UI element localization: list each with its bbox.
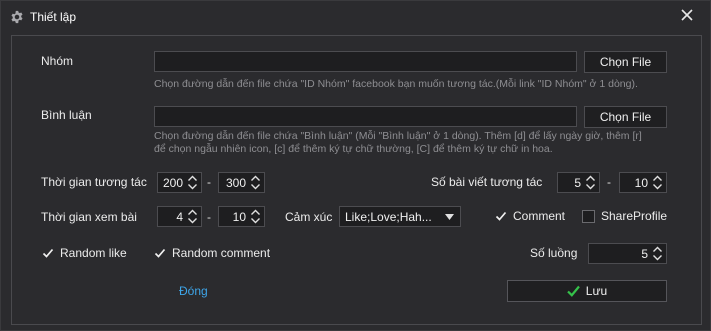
comment-choose-file-button[interactable]: Chọn File [584, 106, 667, 128]
checkmark-icon [42, 248, 54, 258]
close-link[interactable]: Đóng [179, 284, 208, 298]
view-time-from-spinner[interactable]: 4 [157, 206, 202, 227]
comment-checkbox[interactable]: Comment [495, 208, 565, 224]
post-count-to-spinner[interactable]: 10 [619, 172, 667, 193]
post-count-to-value: 10 [634, 176, 648, 190]
view-time-to-value: 10 [232, 210, 246, 224]
post-count-from-spinner[interactable]: 5 [557, 172, 600, 193]
comment-hint-line2: để chọn ngẫu nhiên icon, [c] để thêm ký … [154, 143, 553, 155]
share-profile-checkbox[interactable]: ShareProfile [582, 208, 667, 224]
check-icon [567, 285, 580, 297]
spinner-arrows-icon[interactable] [652, 246, 663, 261]
threads-value: 5 [641, 247, 648, 261]
share-profile-checkbox-label: ShareProfile [601, 209, 668, 223]
group-choose-file-button[interactable]: Chọn File [584, 51, 667, 73]
spinner-arrows-icon[interactable] [652, 175, 663, 190]
save-button[interactable]: Lưu [507, 280, 667, 302]
group-label: Nhóm [41, 54, 74, 68]
threads-spinner[interactable]: 5 [588, 243, 667, 264]
post-count-label: Số bài viết tương tác [431, 175, 543, 189]
random-comment-checkbox[interactable]: Random comment [154, 245, 270, 261]
checkmark-icon [154, 248, 166, 258]
save-button-label: Lưu [585, 284, 608, 298]
threads-label: Số luồng [530, 246, 578, 260]
spinner-arrows-icon[interactable] [585, 175, 596, 190]
emotion-selected-value: Like;Love;Hah... [345, 210, 432, 224]
view-time-to-spinner[interactable]: 10 [218, 206, 265, 227]
comment-file-label: Bình luận [41, 108, 92, 122]
post-count-separator: - [607, 175, 611, 189]
comment-checkbox-label: Comment [513, 209, 566, 223]
interaction-time-from-value: 200 [162, 176, 183, 190]
spinner-arrows-icon[interactable] [187, 175, 198, 190]
random-like-checkbox-label: Random like [60, 246, 127, 260]
chevron-down-icon [445, 214, 454, 220]
interaction-time-separator: - [207, 175, 211, 189]
spinner-arrows-icon[interactable] [250, 209, 261, 224]
interaction-time-to-spinner[interactable]: 300 [218, 172, 265, 193]
group-file-input[interactable] [154, 51, 577, 72]
gear-icon [11, 10, 23, 24]
post-count-from-value: 5 [574, 176, 581, 190]
emotion-dropdown[interactable]: Like;Love;Hah... [339, 206, 461, 227]
checkmark-icon [495, 211, 507, 221]
settings-dialog: Thiết lập Nhóm Chọn File Chọn đường dẫn … [0, 0, 711, 331]
emotion-label: Cảm xúc [285, 210, 333, 224]
interaction-time-label: Thời gian tương tác [41, 175, 147, 189]
title-bar: Thiết lập [1, 1, 711, 32]
spinner-arrows-icon[interactable] [250, 175, 261, 190]
checkbox-box [582, 209, 595, 223]
random-like-checkbox[interactable]: Random like [42, 245, 127, 261]
view-time-separator: - [207, 210, 211, 224]
random-comment-checkbox-label: Random comment [172, 246, 271, 260]
settings-panel: Nhóm Chọn File Chọn đường dẫn đến file c… [11, 35, 702, 325]
group-hint: Chọn đường dẫn đến file chứa "ID Nhóm" f… [154, 78, 638, 90]
window-title: Thiết lập [30, 10, 77, 24]
comment-hint-line1: Chọn đường dẫn đến file chứa "Bình luận"… [154, 130, 642, 142]
interaction-time-to-value: 300 [225, 176, 246, 190]
close-icon[interactable] [679, 7, 695, 23]
interaction-time-from-spinner[interactable]: 200 [157, 172, 202, 193]
comment-file-input[interactable] [154, 106, 577, 127]
spinner-arrows-icon[interactable] [187, 209, 198, 224]
view-time-label: Thời gian xem bài [41, 210, 137, 224]
view-time-from-value: 4 [176, 210, 183, 224]
